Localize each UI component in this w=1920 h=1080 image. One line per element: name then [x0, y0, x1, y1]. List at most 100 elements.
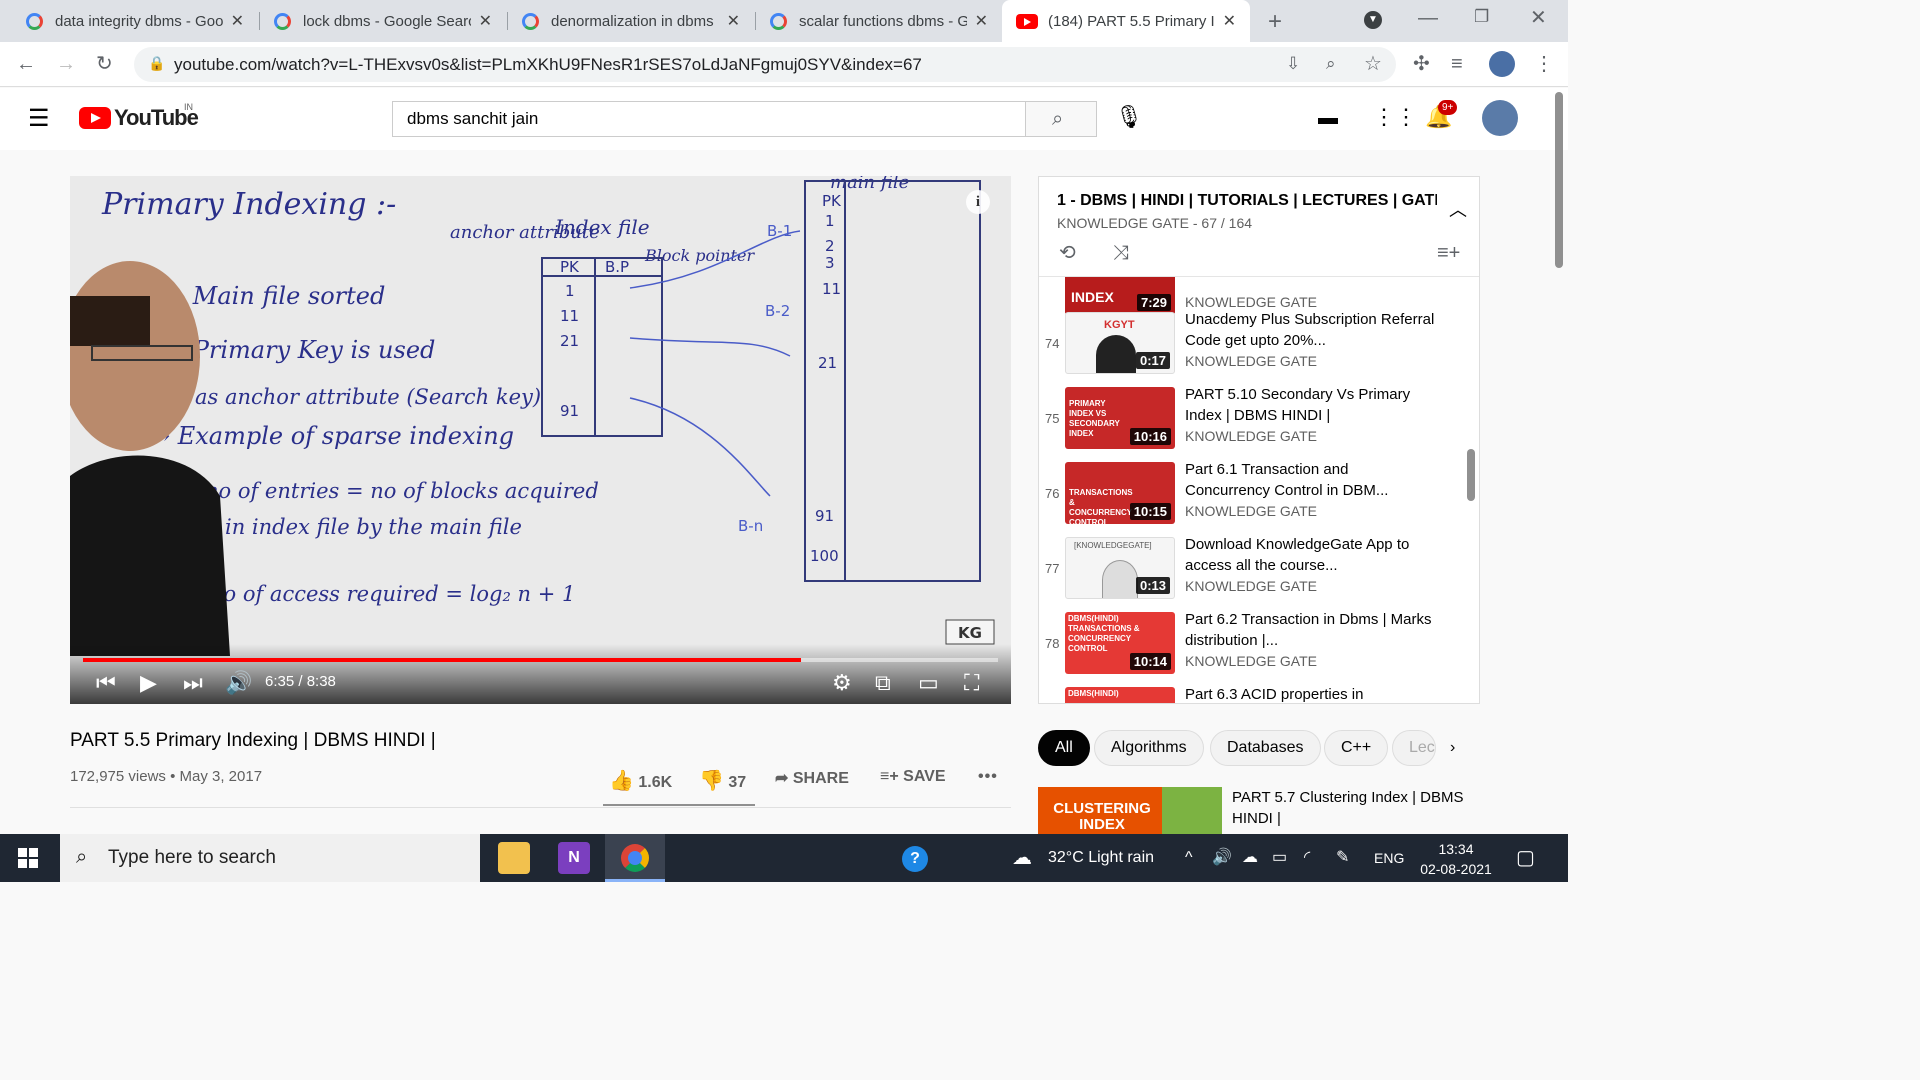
miniplayer-icon[interactable]: ⧉	[875, 672, 891, 694]
playlist-item-title: Part 6.1 Transaction and Concurrency Con…	[1185, 461, 1389, 499]
next-icon[interactable]: ⏭	[183, 672, 203, 694]
battery-icon[interactable]: ▭	[1272, 834, 1287, 882]
volume-icon[interactable]: 🔊	[225, 672, 252, 694]
forward-icon[interactable]: →	[56, 54, 76, 74]
video-thumbnail: [KNOWLEDGEGATE] 0:13	[1065, 537, 1175, 599]
chrome-taskbar-item[interactable]	[605, 834, 665, 882]
hamburger-menu-icon[interactable]: ☰	[28, 107, 50, 131]
windows-start-icon[interactable]	[18, 848, 38, 868]
close-tab-icon[interactable]: ✕	[975, 11, 988, 31]
file-explorer-icon[interactable]	[498, 842, 530, 874]
extensions-icon[interactable]: ✣	[1413, 54, 1430, 74]
close-window-icon[interactable]: ✕	[1530, 8, 1547, 28]
search-input[interactable]: dbms sanchit jain	[392, 101, 1026, 137]
back-icon[interactable]: ←	[16, 54, 36, 74]
close-tab-icon[interactable]: ✕	[479, 11, 492, 31]
chip-cpp[interactable]: C++	[1324, 730, 1389, 766]
playlist-menu-icon[interactable]: ≡+	[1437, 243, 1460, 263]
media-control-icon[interactable]: ≡	[1451, 54, 1463, 74]
language-indicator[interactable]: ENG	[1374, 834, 1404, 882]
chrome-menu-icon[interactable]: ⋮	[1534, 54, 1554, 74]
install-icon[interactable]: ⇩	[1286, 55, 1300, 72]
player-controls	[70, 644, 1011, 704]
tray-overflow-icon[interactable]: ^	[1185, 834, 1193, 882]
browser-tab[interactable]: scalar functions dbms - Go ✕	[756, 0, 1002, 42]
notification-center-icon[interactable]: ▢	[1516, 834, 1535, 882]
more-actions-icon[interactable]: •••	[978, 768, 998, 786]
share-button[interactable]: ➦ SHARE	[775, 768, 849, 788]
browser-tab[interactable]: data integrity dbms - Goo ✕	[12, 0, 258, 42]
close-tab-icon[interactable]: ✕	[231, 11, 244, 31]
profile-avatar[interactable]	[1489, 51, 1515, 77]
chips-next-chevron-icon[interactable]: ›	[1450, 740, 1455, 756]
bookmark-star-icon[interactable]: ☆	[1364, 54, 1382, 74]
browser-tab[interactable]: denormalization in dbms ✕	[508, 0, 754, 42]
pen-icon[interactable]: ✎	[1336, 834, 1349, 882]
loop-icon[interactable]: ⟲	[1059, 243, 1076, 263]
progress-bar[interactable]	[83, 658, 998, 662]
info-icon[interactable]: i	[966, 190, 990, 214]
browser-tab-active[interactable]: (184) PART 5.5 Primary Inc ✕	[1002, 0, 1250, 42]
chip-databases[interactable]: Databases	[1210, 730, 1321, 766]
browser-toolbar: ← → ↻ 🔒 youtube.com/watch?v=L-THExvsv0s&…	[0, 42, 1568, 87]
search-button[interactable]: ⌕	[1025, 101, 1097, 137]
speaker-icon[interactable]: 🔊	[1212, 834, 1232, 882]
apps-grid-icon[interactable]: ⋮⋮	[1373, 106, 1417, 128]
save-button[interactable]: ≡+ SAVE	[880, 768, 946, 786]
wifi-icon[interactable]: ◜	[1304, 834, 1310, 882]
dislike-button[interactable]: 👎 37	[699, 768, 746, 793]
playlist-item[interactable]: 78 DBMS(HINDI) TRANSACTIONS & CONCURRENCY…	[1039, 609, 1479, 684]
index-col-header: PK	[560, 258, 580, 276]
onedrive-cloud-icon[interactable]: ☁	[1242, 834, 1258, 882]
close-tab-icon[interactable]: ✕	[727, 11, 740, 31]
chip-all[interactable]: All	[1038, 730, 1090, 766]
like-button[interactable]: 👍 1.6K	[609, 768, 672, 793]
next-video-thumbnail[interactable]: CLUSTERING INDEX	[1038, 787, 1222, 834]
playlist-item[interactable]: 76 TRANSACTIONS & CONCURRENCY CONTROL 10:1…	[1039, 459, 1479, 534]
playlist-title[interactable]: 1 - DBMS | HINDI | TUTORIALS | LECTURES …	[1057, 192, 1437, 210]
settings-gear-icon[interactable]: ⚙	[832, 672, 852, 694]
reload-icon[interactable]: ↻	[96, 54, 113, 74]
zoom-icon[interactable]: ⌕	[1326, 55, 1336, 72]
account-avatar[interactable]	[1482, 100, 1518, 136]
block-label: B-2	[765, 302, 790, 320]
onenote-icon[interactable]: N	[558, 842, 590, 874]
chip-lec[interactable]: Lec	[1392, 730, 1436, 766]
theater-mode-icon[interactable]: ▭	[918, 672, 939, 694]
shuffle-icon[interactable]: ⤨	[1113, 243, 1129, 263]
playlist-item[interactable]: DBMS(HINDI) Part 6.3 ACID properties in	[1039, 684, 1479, 703]
time-display: 6:35 / 8:38	[265, 673, 336, 690]
fullscreen-icon[interactable]: ⛶	[964, 672, 979, 694]
restore-icon[interactable]: ❐	[1474, 8, 1489, 25]
tab-search-icon[interactable]: ▼	[1364, 11, 1382, 29]
playlist-panel: 1 - DBMS | HINDI | TUTORIALS | LECTURES …	[1038, 176, 1480, 704]
upload-date: May 3, 2017	[179, 768, 263, 785]
microphone-icon[interactable]: 🎙	[1115, 106, 1143, 128]
playlist-item[interactable]: 77 [KNOWLEDGEGATE] 0:13 Download KnowledgeG…	[1039, 534, 1479, 609]
video-player[interactable]: Primary Indexing :- → Main file sorted →…	[70, 176, 1011, 704]
playlist-item[interactable]: 74 KGYT 0:17 Unacdemy Plus Subscription Ref…	[1039, 309, 1479, 384]
clock-date: 02-08-2021	[1420, 861, 1492, 877]
weather-cloud-icon[interactable]: ☁	[1012, 834, 1032, 882]
system-clock[interactable]: 13:34 02-08-2021	[1418, 839, 1494, 879]
browser-tab[interactable]: lock dbms - Google Search ✕	[260, 0, 506, 42]
weather-text[interactable]: 32°C Light rain	[1048, 834, 1154, 882]
block-label: B-n	[738, 517, 763, 535]
previous-icon[interactable]: ⏮	[96, 672, 116, 694]
playlist-scrollbar[interactable]	[1467, 449, 1475, 501]
page-scrollbar[interactable]	[1555, 92, 1563, 268]
help-icon[interactable]: ?	[902, 846, 928, 872]
chip-algorithms[interactable]: Algorithms	[1094, 730, 1204, 766]
new-tab-icon[interactable]: +	[1268, 10, 1282, 34]
playlist-item[interactable]: 75 PRIMARY INDEX VS SECONDARY INDEX 10:16 P…	[1039, 384, 1479, 459]
close-tab-icon[interactable]: ✕	[1223, 11, 1236, 31]
collapse-chevron-icon[interactable]: ︿	[1449, 201, 1467, 219]
next-video-title[interactable]: PART 5.7 Clustering Index | DBMS HINDI |	[1232, 787, 1472, 829]
create-video-icon[interactable]: ▬	[1318, 108, 1338, 128]
play-icon[interactable]: ▶	[140, 672, 157, 694]
main-col-header: PK	[822, 192, 842, 210]
youtube-logo-icon[interactable]	[79, 107, 111, 129]
address-bar[interactable]: 🔒 youtube.com/watch?v=L-THExvsv0s&list=P…	[134, 47, 1396, 82]
minimize-icon[interactable]: —	[1418, 8, 1438, 28]
taskbar-search[interactable]: ⌕ Type here to search	[60, 834, 480, 882]
